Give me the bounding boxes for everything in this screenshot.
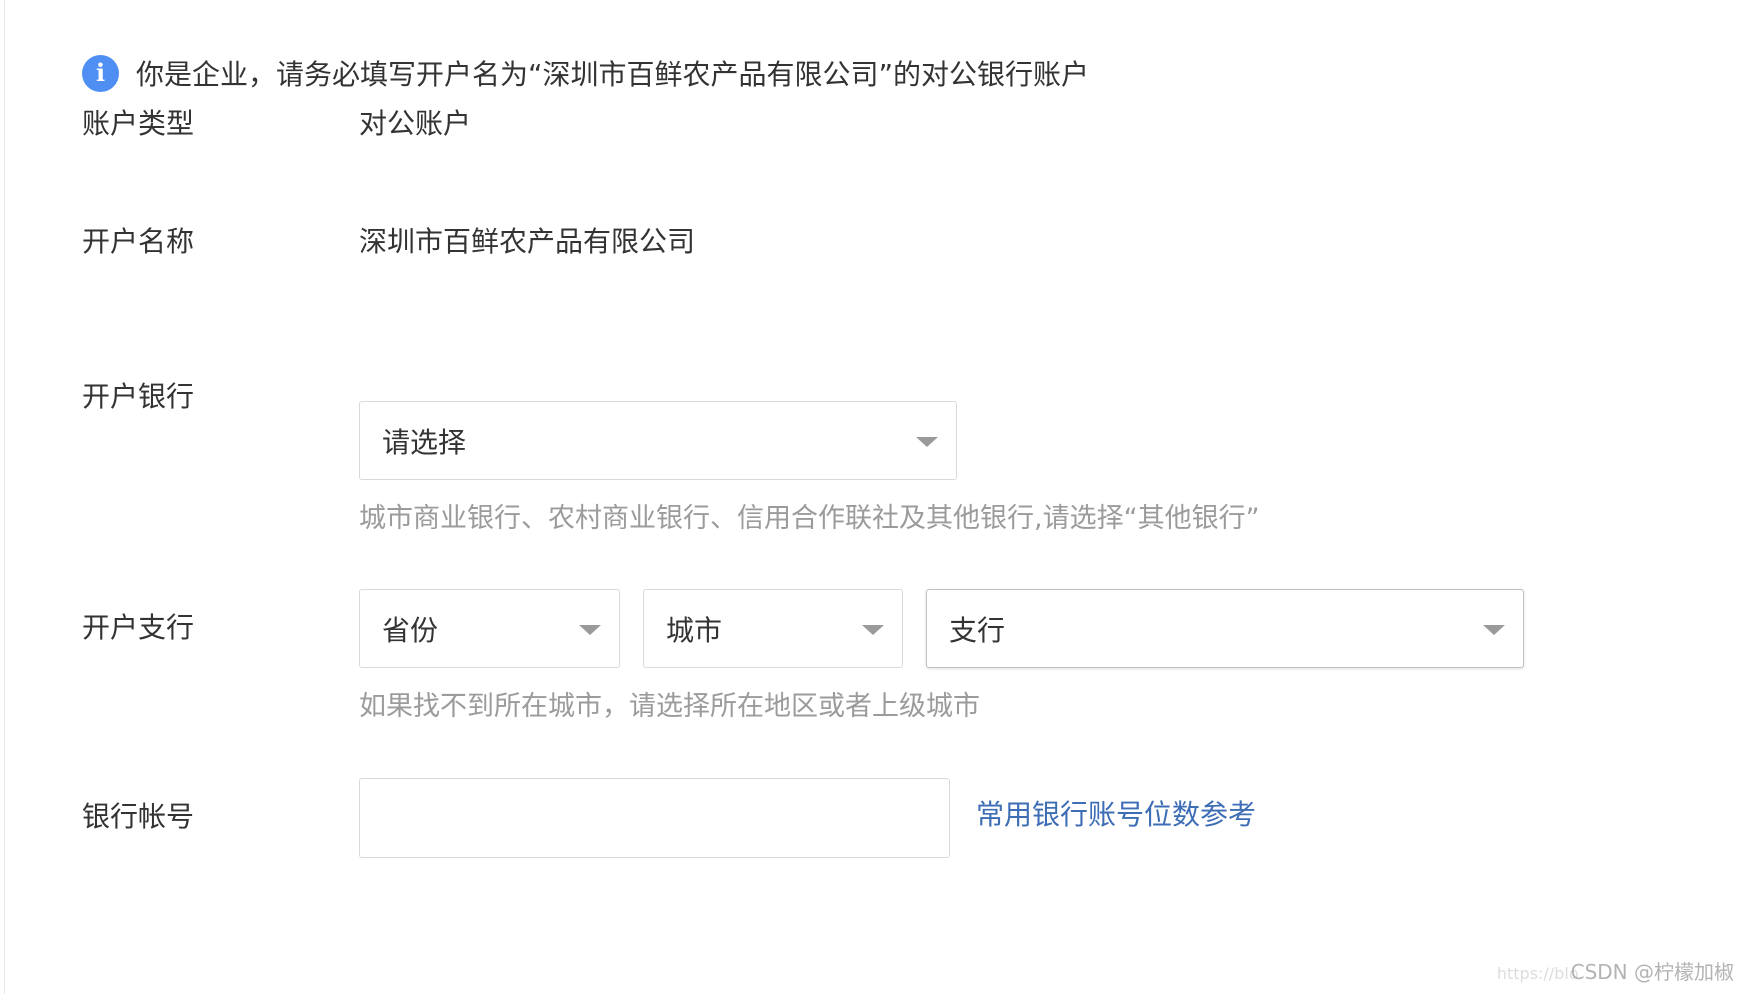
- province-select-value: 省份: [382, 613, 439, 647]
- bank-account-length-reference-link[interactable]: 常用银行账号位数参考: [976, 797, 1256, 833]
- branch-hint: 如果找不到所在城市，请选择所在地区或者上级城市: [359, 691, 980, 722]
- notice-text: 你是企业，请务必填写开户名为“深圳市百鲜农产品有限公司”的对公银行账户: [136, 58, 1090, 91]
- chevron-down-icon: [916, 436, 938, 447]
- watermark-url: https://blo: [1496, 964, 1579, 983]
- chevron-down-icon: [862, 624, 884, 635]
- city-select[interactable]: 城市: [643, 589, 903, 668]
- chevron-down-icon: [1483, 624, 1505, 635]
- branch-select[interactable]: 支行: [926, 589, 1524, 668]
- bank-hint: 城市商业银行、农村商业银行、信用合作联社及其他银行,请选择“其他银行”: [359, 503, 1260, 534]
- enterprise-notice: i 你是企业，请务必填写开户名为“深圳市百鲜农产品有限公司”的对公银行账户: [82, 53, 1089, 93]
- account-number-input[interactable]: [359, 778, 950, 858]
- bank-select-value: 请选择: [382, 425, 467, 459]
- page-left-border: [4, 0, 5, 994]
- province-select[interactable]: 省份: [359, 589, 620, 668]
- info-icon: i: [82, 54, 119, 92]
- chevron-down-icon: [579, 624, 601, 635]
- watermark-author: CSDN @柠檬加椒: [1570, 960, 1734, 984]
- bank-label: 开户银行: [82, 380, 195, 413]
- branch-label: 开户支行: [82, 611, 195, 644]
- branch-select-value: 支行: [949, 613, 1006, 647]
- account-name-label: 开户名称: [82, 225, 195, 258]
- bank-select[interactable]: 请选择: [359, 401, 957, 480]
- info-icon-glyph: i: [95, 58, 106, 87]
- city-select-value: 城市: [666, 613, 723, 647]
- watermark: https://bloCSDN @柠檬加椒: [1497, 960, 1734, 986]
- account-type-label: 账户类型: [82, 107, 195, 140]
- account-name-value: 深圳市百鲜农产品有限公司: [359, 225, 696, 258]
- account-number-label: 银行帐号: [82, 800, 195, 833]
- account-type-value: 对公账户: [359, 107, 472, 140]
